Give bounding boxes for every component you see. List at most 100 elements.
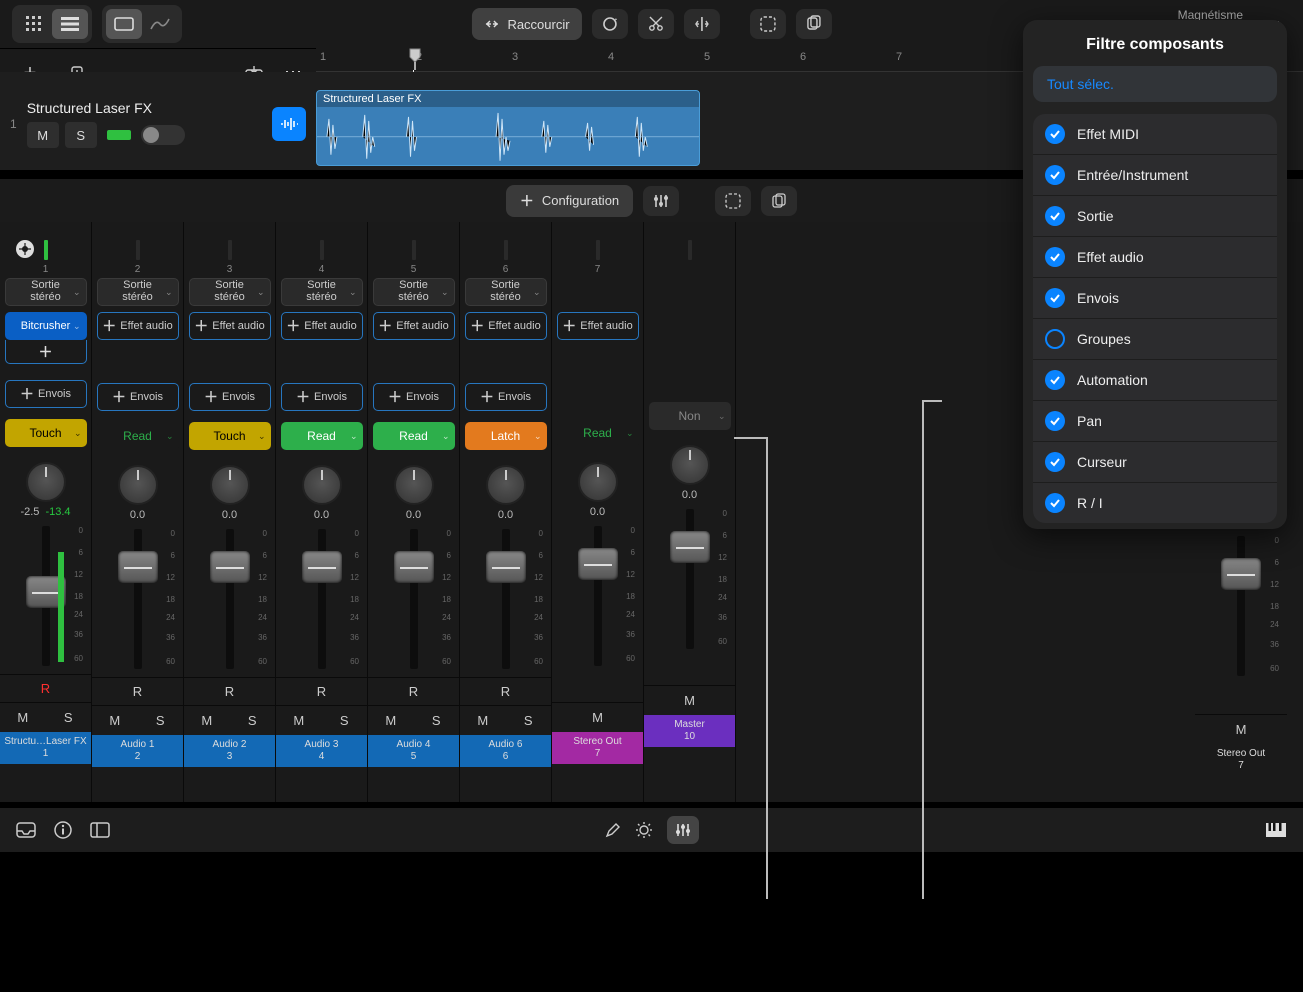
- track-label[interactable]: Audio 12: [92, 735, 183, 767]
- track-label[interactable]: Audio 66: [460, 735, 551, 767]
- automation-mode[interactable]: Read⌄: [281, 422, 363, 450]
- track-label[interactable]: Stereo Out7: [552, 732, 643, 764]
- playhead[interactable]: [408, 48, 422, 68]
- pan-knob[interactable]: [394, 465, 434, 505]
- sends-slot[interactable]: ＋Envois: [5, 380, 87, 408]
- mute-button[interactable]: M: [1195, 714, 1287, 744]
- configuration-button[interactable]: ＋ Configuration: [506, 185, 633, 217]
- filter-item[interactable]: Envois: [1033, 278, 1277, 319]
- mixer-select-icon[interactable]: [715, 186, 751, 216]
- solo-button[interactable]: S: [65, 122, 97, 148]
- track-label[interactable]: Audio 34: [276, 735, 367, 767]
- mute-button[interactable]: M: [27, 122, 59, 148]
- solo-button[interactable]: S: [46, 702, 92, 732]
- add-effect-button[interactable]: ＋Effet audio: [189, 312, 271, 340]
- record-button[interactable]: R: [92, 677, 183, 705]
- pan-knob[interactable]: [118, 465, 158, 505]
- record-button[interactable]: R: [368, 677, 459, 705]
- solo-button[interactable]: S: [414, 705, 460, 735]
- automation-curve-icon[interactable]: [142, 9, 178, 39]
- mute-button[interactable]: M: [368, 705, 414, 735]
- automation-mode[interactable]: Touch⌄: [189, 422, 271, 450]
- mute-button[interactable]: M: [0, 702, 46, 732]
- audio-region[interactable]: Structured Laser FX: [316, 90, 700, 166]
- pan-knob[interactable]: [486, 465, 526, 505]
- mute-button[interactable]: M: [92, 705, 138, 735]
- output-slot[interactable]: Sortiestéréo⌄: [373, 278, 455, 306]
- filter-item[interactable]: Pan: [1033, 401, 1277, 442]
- output-slot[interactable]: Sortiestéréo⌄: [281, 278, 363, 306]
- automation-mode[interactable]: Non⌄: [649, 402, 731, 430]
- split-icon[interactable]: [684, 9, 720, 39]
- track-volume-slider[interactable]: [141, 125, 185, 145]
- sends-slot[interactable]: ＋Envois: [189, 383, 271, 411]
- add-effect-button[interactable]: ＋: [5, 340, 87, 364]
- sends-slot[interactable]: ＋Envois: [465, 383, 547, 411]
- record-button[interactable]: R: [460, 677, 551, 705]
- track-label[interactable]: Audio 45: [368, 735, 459, 767]
- track-label[interactable]: Structu…Laser FX1: [0, 732, 91, 764]
- mixer-settings-icon[interactable]: [643, 186, 679, 216]
- solo-button[interactable]: S: [138, 705, 184, 735]
- select-icon[interactable]: [750, 9, 786, 39]
- shorten-button[interactable]: Raccourcir: [471, 8, 581, 40]
- region-icon[interactable]: [106, 9, 142, 39]
- output-slot[interactable]: Sortiestéréo⌄: [5, 278, 87, 306]
- sends-slot[interactable]: ＋Envois: [97, 383, 179, 411]
- effect-slot[interactable]: Bitcrusher⌄: [5, 312, 87, 340]
- waveform-mode-icon[interactable]: [272, 107, 306, 141]
- track-label[interactable]: Master10: [644, 715, 735, 747]
- mute-button[interactable]: M: [460, 705, 506, 735]
- automation-mode[interactable]: Read⌄: [557, 419, 639, 447]
- record-button[interactable]: R: [276, 677, 367, 705]
- solo-button[interactable]: S: [230, 705, 276, 735]
- add-effect-button[interactable]: ＋Effet audio: [465, 312, 547, 340]
- filter-item[interactable]: Entrée/Instrument: [1033, 155, 1277, 196]
- mixer-faders-icon[interactable]: [667, 816, 699, 844]
- output-slot[interactable]: Sortiestéréo⌄: [465, 278, 547, 306]
- sidebar-icon[interactable]: [90, 822, 110, 838]
- mixer-copy-icon[interactable]: [761, 186, 797, 216]
- inbox-icon[interactable]: [16, 822, 36, 838]
- pan-knob[interactable]: [578, 462, 618, 502]
- loop-icon[interactable]: [592, 9, 628, 39]
- scissors-icon[interactable]: [638, 9, 674, 39]
- mute-button[interactable]: M: [184, 705, 230, 735]
- piano-icon[interactable]: [1265, 822, 1287, 838]
- output-slot[interactable]: Sortiestéréo⌄: [97, 278, 179, 306]
- sends-slot[interactable]: ＋Envois: [281, 383, 363, 411]
- mute-button[interactable]: M: [644, 685, 735, 715]
- filter-item[interactable]: Groupes: [1033, 319, 1277, 360]
- filter-item[interactable]: Effet MIDI: [1033, 114, 1277, 155]
- record-button[interactable]: R: [184, 677, 275, 705]
- add-effect-button[interactable]: ＋Effet audio: [97, 312, 179, 340]
- solo-button[interactable]: S: [506, 705, 552, 735]
- pencil-icon[interactable]: [605, 822, 621, 838]
- filter-item[interactable]: Effet audio: [1033, 237, 1277, 278]
- automation-mode[interactable]: Read⌄: [97, 422, 179, 450]
- sends-slot[interactable]: ＋Envois: [373, 383, 455, 411]
- grid-view-icon[interactable]: [16, 9, 52, 39]
- automation-mode[interactable]: Read⌄: [373, 422, 455, 450]
- solo-button[interactable]: S: [322, 705, 368, 735]
- select-all-button[interactable]: Tout sélec.: [1033, 66, 1277, 102]
- filter-item[interactable]: R / I: [1033, 483, 1277, 523]
- filter-item[interactable]: Sortie: [1033, 196, 1277, 237]
- pan-knob[interactable]: [26, 462, 66, 502]
- automation-mode[interactable]: Touch⌄: [5, 419, 87, 447]
- mute-button[interactable]: M: [552, 702, 643, 732]
- filter-item[interactable]: Automation: [1033, 360, 1277, 401]
- filter-item[interactable]: Curseur: [1033, 442, 1277, 483]
- copy-icon[interactable]: [796, 9, 832, 39]
- automation-mode[interactable]: Latch⌄: [465, 422, 547, 450]
- mute-button[interactable]: M: [276, 705, 322, 735]
- info-icon[interactable]: [54, 821, 72, 839]
- track-label[interactable]: Audio 23: [184, 735, 275, 767]
- add-effect-button[interactable]: ＋Effet audio: [557, 312, 639, 340]
- record-button[interactable]: R: [0, 674, 91, 702]
- pan-knob[interactable]: [670, 445, 710, 485]
- pan-knob[interactable]: [210, 465, 250, 505]
- list-view-icon[interactable]: [52, 9, 88, 39]
- track-header[interactable]: 1 Structured Laser FX M S: [0, 88, 316, 160]
- brightness-icon[interactable]: [635, 821, 653, 839]
